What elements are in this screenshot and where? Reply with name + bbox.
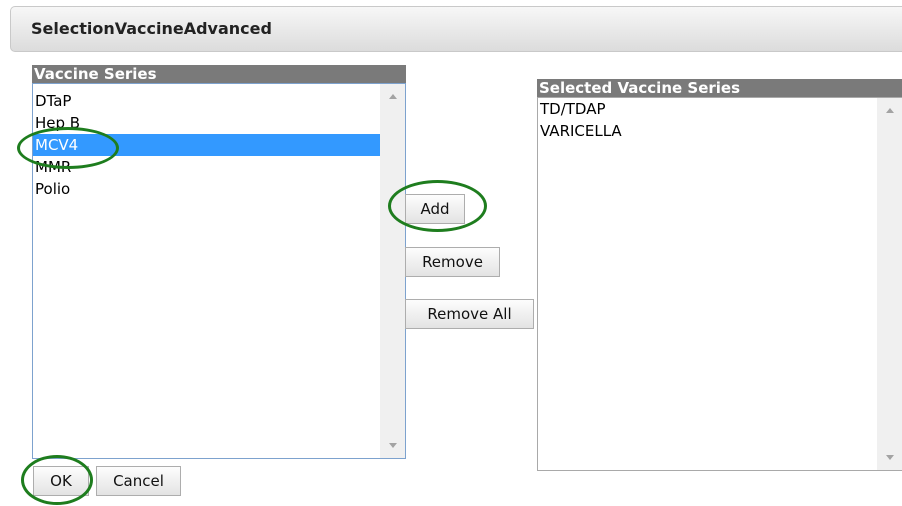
selected-item-td-tdap[interactable]: TD/TDAP: [538, 98, 876, 120]
vaccine-series-label: Vaccine Series: [32, 65, 406, 83]
scroll-up-icon[interactable]: [388, 94, 397, 99]
selected-series-scrollbar[interactable]: [877, 98, 902, 470]
selected-item-varicella[interactable]: VARICELLA: [538, 120, 876, 142]
ok-button[interactable]: OK: [33, 466, 89, 496]
list-item-mcv4[interactable]: MCV4: [33, 134, 380, 156]
selected-vaccine-series-listbox[interactable]: TD/TDAP VARICELLA: [537, 97, 902, 471]
list-item-mmr[interactable]: MMR: [33, 156, 380, 178]
remove-button[interactable]: Remove: [405, 247, 500, 277]
cancel-button[interactable]: Cancel: [96, 466, 181, 496]
scroll-down-icon[interactable]: [885, 455, 894, 460]
list-item-hep-b[interactable]: Hep B: [33, 112, 380, 134]
dialog-header: SelectionVaccineAdvanced: [10, 6, 902, 52]
selected-vaccine-series-label: Selected Vaccine Series: [537, 79, 902, 97]
remove-all-button[interactable]: Remove All: [405, 299, 534, 329]
scroll-up-icon[interactable]: [885, 108, 894, 113]
vaccine-series-scrollbar[interactable]: [380, 84, 405, 458]
list-item-polio[interactable]: Polio: [33, 178, 380, 200]
add-button[interactable]: Add: [405, 194, 465, 224]
dialog-title: SelectionVaccineAdvanced: [31, 19, 272, 38]
scroll-down-icon[interactable]: [388, 443, 397, 448]
list-item-dtap[interactable]: DTaP: [33, 90, 380, 112]
vaccine-series-listbox[interactable]: DTaP Hep B MCV4 MMR Polio: [32, 83, 406, 459]
